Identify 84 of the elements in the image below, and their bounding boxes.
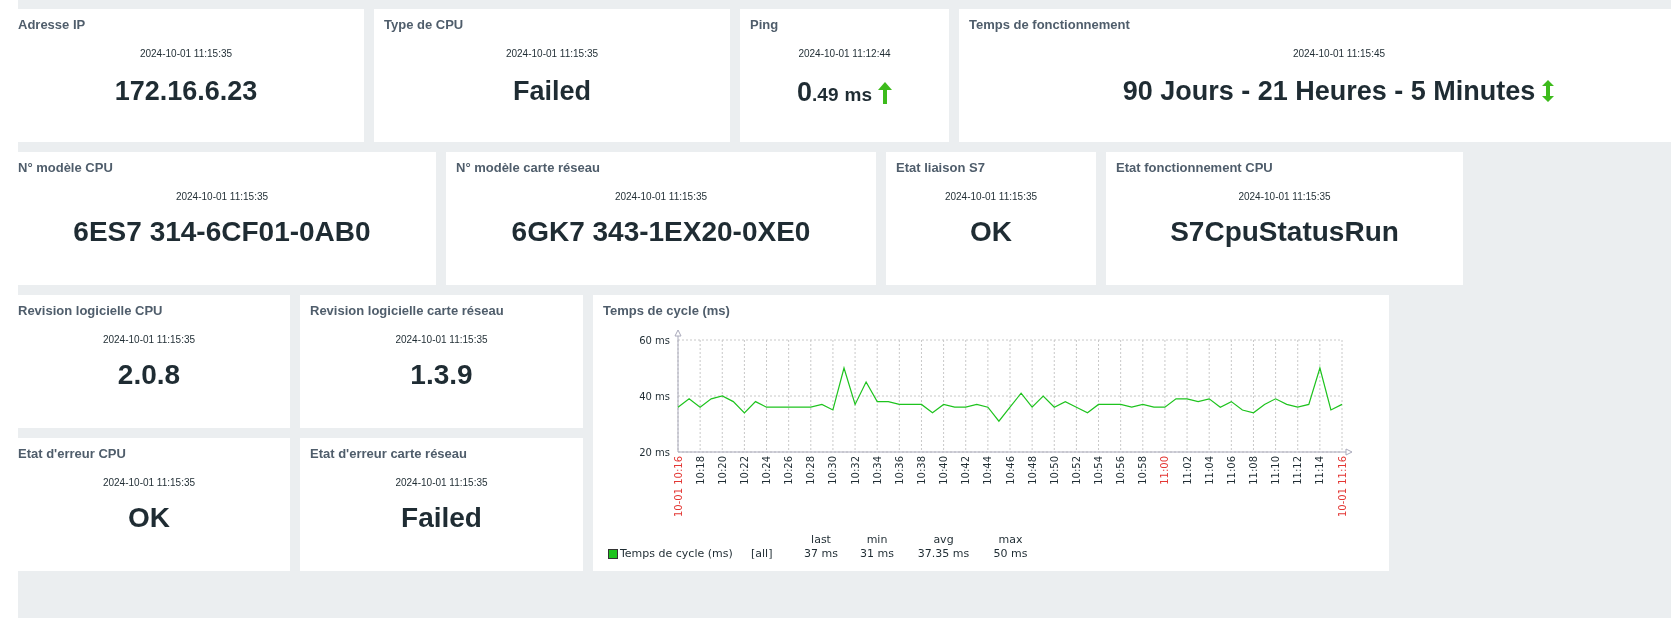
timestamp: 2024-10-01 11:15:35 [175, 191, 269, 203]
timestamp: 2024-10-01 11:15:45 [1292, 48, 1386, 60]
value-text: 1.3.9 [410, 358, 473, 392]
legend-header: min [866, 533, 888, 546]
value-text: 2.0.8 [117, 358, 181, 392]
legend-value: 31 ms [860, 547, 894, 560]
axis-label: 10:24 [761, 456, 773, 485]
widget-title: N° modèle carte réseau [456, 160, 600, 176]
axis-label: 11:04 [1203, 456, 1215, 485]
axis-label: 11:00 [1159, 456, 1171, 485]
timestamp: 2024-10-01 11:15:35 [614, 191, 708, 203]
axis-label: 10:56 [1115, 456, 1127, 485]
value-text: 90 Jours - 21 Heures - 5 Minutes [1122, 75, 1536, 108]
widget-title: Type de CPU [384, 17, 464, 33]
widget-title: Etat d'erreur CPU [18, 446, 126, 462]
legend-value: 37 ms [804, 547, 838, 560]
axis-label: 10:50 [1048, 456, 1060, 485]
widget-title: Etat fonctionnement CPU [1116, 160, 1273, 176]
axis-label: 10:34 [871, 456, 883, 485]
timestamp: 2024-10-01 11:12:44 [798, 48, 891, 60]
legend-header: avg [933, 533, 954, 546]
legend-value: 50 ms [993, 547, 1028, 560]
axis-label: 10:32 [849, 456, 861, 485]
legend-header: max [998, 533, 1023, 546]
axis-label: 11:02 [1181, 456, 1193, 485]
widget-title: Etat liaison S7 [896, 160, 985, 176]
widget-title: Ping [750, 17, 779, 33]
value-text: S7CpuStatusRun [1170, 215, 1399, 249]
axis-label: 11:10 [1270, 456, 1282, 485]
axis-label: 20 ms [639, 447, 670, 458]
axis-label: 11:06 [1225, 456, 1237, 485]
timestamp: 2024-10-01 11:15:35 [1238, 191, 1331, 203]
timestamp: 2024-10-01 11:15:35 [102, 477, 196, 489]
axis-label: 10:38 [915, 456, 927, 485]
axis-label: 10:18 [694, 456, 706, 485]
axis-label: 11:08 [1247, 456, 1259, 485]
axis-label: 10:36 [893, 456, 905, 485]
up-down-arrow-icon [1541, 80, 1556, 102]
axis-label: 10:30 [827, 456, 839, 485]
value-text: 0.49 [797, 75, 839, 109]
timestamp: 2024-10-01 11:15:35 [395, 334, 488, 346]
axis-label: 10-01 11:16 [1336, 456, 1348, 518]
axis-label: 11:14 [1314, 456, 1326, 485]
widget-title: Revision logicielle CPU [18, 303, 163, 319]
up-arrow-icon [877, 82, 892, 104]
axis-label: 10:58 [1137, 456, 1149, 485]
value-text: 172.16.6.23 [114, 75, 258, 108]
axis-label: 40 ms [639, 391, 670, 402]
axis-label: 10:46 [1004, 456, 1016, 485]
value-text: 6GK7 343-1EX20-0XE0 [511, 215, 811, 249]
axis-label: 10:44 [982, 456, 994, 485]
widget-title: Revision logicielle carte réseau [310, 303, 504, 319]
timestamp: 2024-10-01 11:15:35 [102, 334, 196, 346]
axis-label: 10:22 [738, 456, 750, 485]
legend-value: 37.35 ms [917, 547, 970, 560]
value-text: OK [970, 215, 1012, 249]
axis-label: 10:54 [1093, 456, 1105, 485]
value-text: 6ES7 314-6CF01-0AB0 [73, 215, 371, 249]
timestamp: 2024-10-01 11:15:35 [395, 477, 488, 489]
timestamp: 2024-10-01 11:15:35 [139, 48, 233, 60]
timestamp: 2024-10-01 11:15:35 [944, 191, 1038, 203]
legend-scope: [all] [751, 547, 773, 560]
axis-label: 10:42 [960, 456, 972, 485]
widget-title: Etat d'erreur carte réseau [310, 446, 467, 462]
axis-label: 10:52 [1070, 456, 1082, 485]
axis-label: 10:26 [783, 456, 795, 485]
axis-label: 10:40 [938, 456, 950, 485]
axis-label: 10-01 10:16 [672, 456, 684, 518]
axis-label: 11:12 [1292, 456, 1304, 485]
widget-title: N° modèle CPU [18, 160, 113, 176]
legend-header: last [811, 533, 831, 546]
axis-label: 10:28 [805, 456, 817, 485]
value-text: Failed [401, 501, 482, 535]
widget-title: Adresse IP [18, 17, 86, 33]
widget-title: Temps de fonctionnement [969, 17, 1130, 33]
value-text: Failed [513, 75, 591, 108]
chart-title: Temps de cycle (ms) [602, 303, 730, 319]
value-text: OK [128, 501, 170, 535]
axis-label: 10:48 [1026, 456, 1038, 485]
axis-label: 60 ms [639, 335, 670, 346]
timestamp: 2024-10-01 11:15:35 [505, 48, 599, 60]
axis-label: 10:20 [716, 456, 728, 485]
legend-label: Temps de cycle (ms) [620, 547, 733, 560]
unit-text: ms [844, 83, 872, 107]
